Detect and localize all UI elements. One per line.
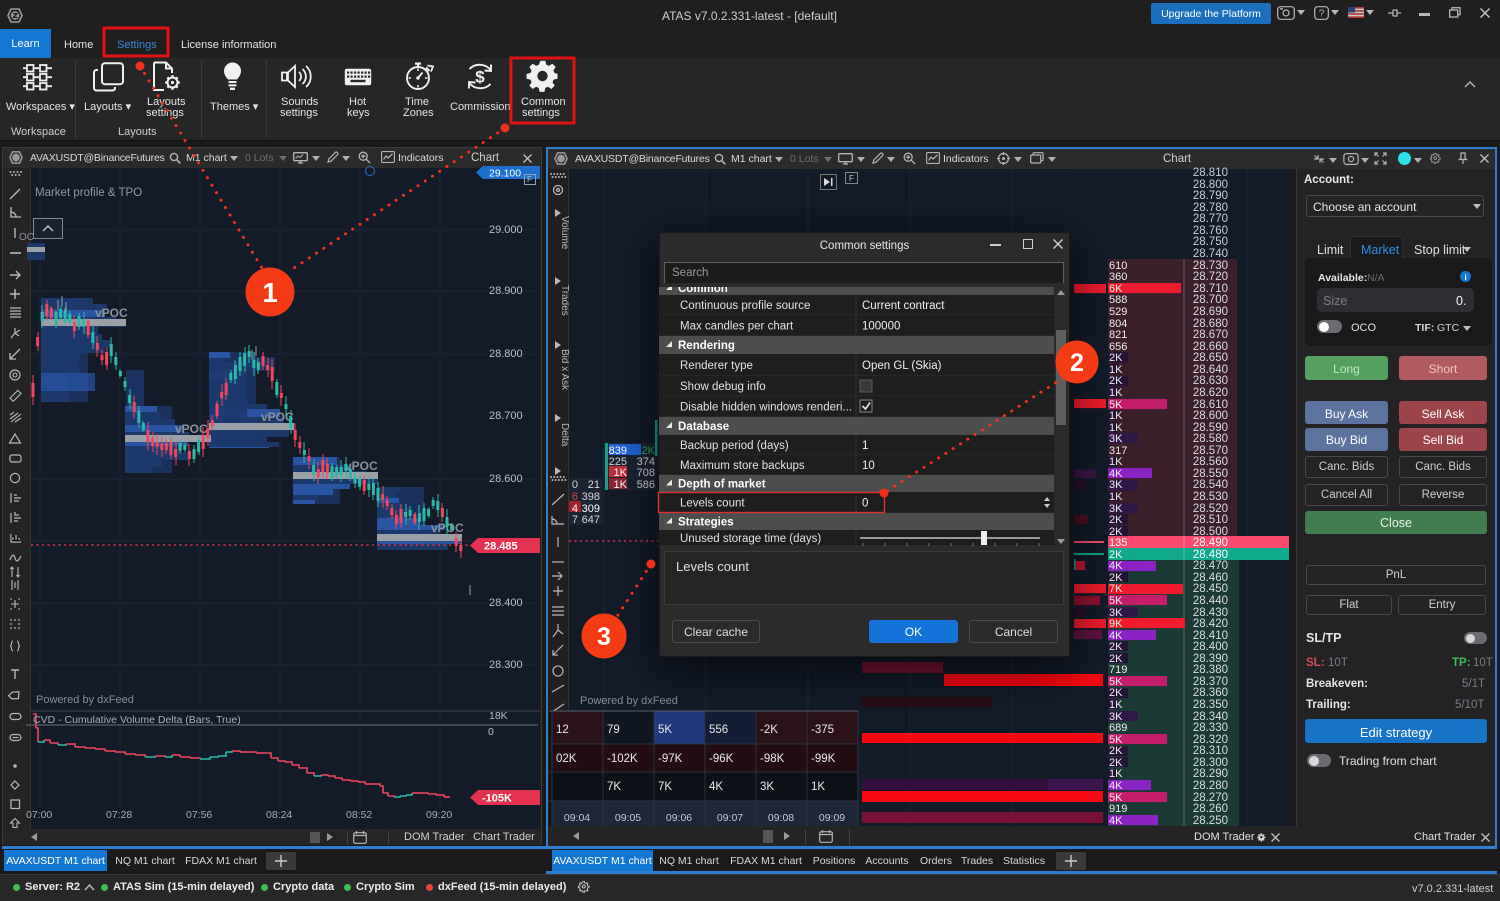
svg-text:3: 3	[597, 623, 611, 651]
svg-text:1: 1	[262, 277, 278, 308]
svg-text:2: 2	[1070, 349, 1084, 377]
